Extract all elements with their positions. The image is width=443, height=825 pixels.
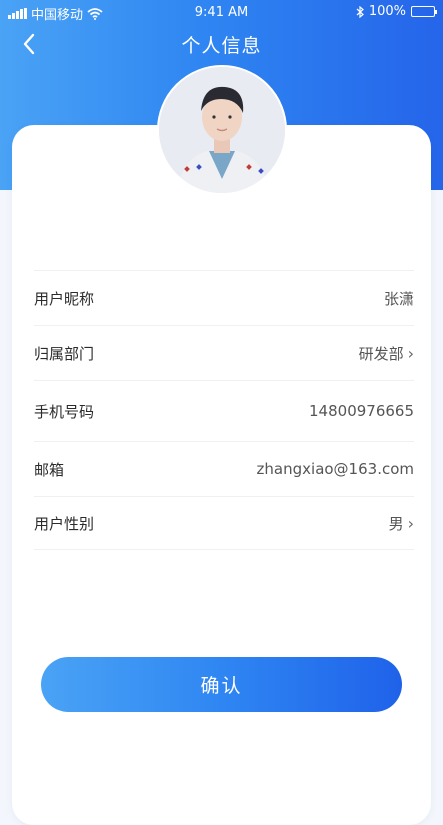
field-row-phone[interactable]: 手机号码 14800976665	[34, 380, 414, 441]
page-title: 个人信息	[181, 35, 262, 57]
status-right: 100%	[356, 4, 437, 19]
field-value-text: 研发部	[358, 344, 404, 363]
field-value-text: zhangxiao@163.com	[256, 460, 414, 478]
field-row-nickname[interactable]: 用户昵称 张潇	[34, 270, 414, 325]
field-row-gender[interactable]: 用户性别 男 ›	[34, 496, 414, 550]
field-value-text: 14800976665	[309, 402, 414, 420]
field-value: 张潇	[384, 288, 414, 309]
field-value: 研发部 ›	[359, 343, 414, 364]
field-row-email[interactable]: 邮箱 zhangxiao@163.com	[34, 441, 414, 496]
status-bar: 中国移动 9:41 AM 100%	[0, 0, 443, 26]
field-value: zhangxiao@163.com	[257, 460, 414, 478]
confirm-button[interactable]: 确认	[41, 657, 402, 712]
info-list: 用户昵称 张潇 归属部门 研发部 › 手机号码 14800976665 邮箱 z…	[34, 270, 414, 550]
battery-percent: 100%	[368, 4, 406, 19]
chevron-right-icon: ›	[407, 513, 414, 533]
avatar-photo	[159, 67, 285, 193]
chevron-right-icon: ›	[407, 343, 414, 363]
avatar[interactable]	[157, 65, 287, 195]
nav-bar: 个人信息	[0, 26, 443, 62]
field-label: 邮箱	[34, 460, 65, 479]
field-label: 归属部门	[34, 344, 95, 363]
field-label: 用户性别	[34, 514, 95, 533]
field-label: 用户昵称	[34, 289, 95, 308]
field-label: 手机号码	[34, 402, 95, 421]
bluetooth-icon	[356, 5, 364, 18]
field-row-department[interactable]: 归属部门 研发部 ›	[34, 325, 414, 380]
field-value: 男 ›	[389, 513, 414, 534]
field-value-text: 张潇	[383, 289, 414, 308]
field-value-text: 男	[388, 514, 404, 533]
field-value: 14800976665	[309, 402, 414, 420]
battery-icon	[411, 6, 437, 17]
